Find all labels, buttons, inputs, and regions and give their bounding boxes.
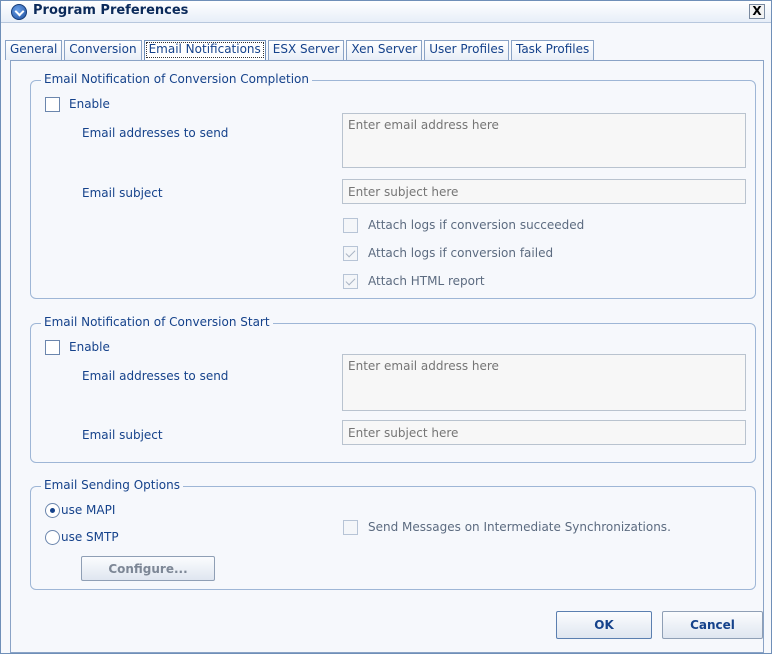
start-enable-checkbox[interactable] <box>45 340 60 355</box>
use-mapi-radio[interactable] <box>45 503 60 518</box>
sending-legend: Email Sending Options <box>41 478 184 492</box>
start-enable-label: Enable <box>69 340 110 354</box>
start-addresses-field[interactable] <box>342 354 746 411</box>
completion-legend: Email Notification of Conversion Complet… <box>41 72 312 86</box>
start-addresses-label: Email addresses to send <box>82 369 229 383</box>
cancel-button[interactable]: Cancel <box>662 611 763 639</box>
tab-strip: General Conversion Email Notifications E… <box>5 40 596 60</box>
tab-task-profiles[interactable]: Task Profiles <box>510 40 595 60</box>
tab-panel-email-notifications: Email Notification of Conversion Complet… <box>10 60 764 653</box>
tab-esx-server[interactable]: ESX Server <box>267 40 345 60</box>
checkmark-icon <box>345 247 356 258</box>
completion-addresses-label: Email addresses to send <box>82 126 229 140</box>
completion-enable-label: Enable <box>69 97 110 111</box>
completion-subject-field[interactable] <box>342 179 746 204</box>
start-legend: Email Notification of Conversion Start <box>41 315 273 329</box>
window-title: Program Preferences <box>33 3 189 18</box>
intermediate-sync-label: Send Messages on Intermediate Synchroniz… <box>368 520 671 534</box>
attach-failed-label: Attach logs if conversion failed <box>368 246 554 260</box>
tab-conversion[interactable]: Conversion <box>64 40 142 60</box>
tab-xen-server[interactable]: Xen Server <box>346 40 423 60</box>
attach-html-label: Attach HTML report <box>368 274 485 288</box>
start-subject-field[interactable] <box>342 420 746 445</box>
use-smtp-label: use SMTP <box>61 530 119 544</box>
completion-group: Email Notification of Conversion Complet… <box>30 72 756 299</box>
completion-enable-checkbox[interactable] <box>45 97 60 112</box>
tab-general[interactable]: General <box>5 40 63 60</box>
ok-button[interactable]: OK <box>556 611 652 639</box>
close-button[interactable]: X <box>749 4 765 19</box>
attach-succeeded-checkbox[interactable] <box>343 218 358 233</box>
start-group: Email Notification of Conversion Start E… <box>30 315 756 463</box>
tab-user-profiles[interactable]: User Profiles <box>424 40 509 60</box>
attach-html-checkbox[interactable] <box>343 274 358 289</box>
start-subject-label: Email subject <box>82 428 163 442</box>
configure-button[interactable]: Configure... <box>81 556 215 581</box>
completion-subject-label: Email subject <box>82 186 163 200</box>
use-smtp-radio[interactable] <box>45 530 60 545</box>
app-icon <box>11 4 27 20</box>
completion-addresses-field[interactable] <box>342 113 746 168</box>
radio-selected-dot <box>50 508 55 513</box>
use-mapi-label: use MAPI <box>61 503 116 517</box>
sending-options-group: Email Sending Options use MAPI use SMTP … <box>30 478 756 590</box>
intermediate-sync-checkbox[interactable] <box>343 520 358 535</box>
preferences-window: Program Preferences X General Conversion… <box>0 0 772 654</box>
checkmark-icon <box>345 275 356 286</box>
title-bar: Program Preferences X <box>1 1 771 23</box>
attach-failed-checkbox[interactable] <box>343 246 358 261</box>
tab-email-notifications[interactable]: Email Notifications <box>143 40 266 60</box>
attach-succeeded-label: Attach logs if conversion succeeded <box>368 218 585 232</box>
